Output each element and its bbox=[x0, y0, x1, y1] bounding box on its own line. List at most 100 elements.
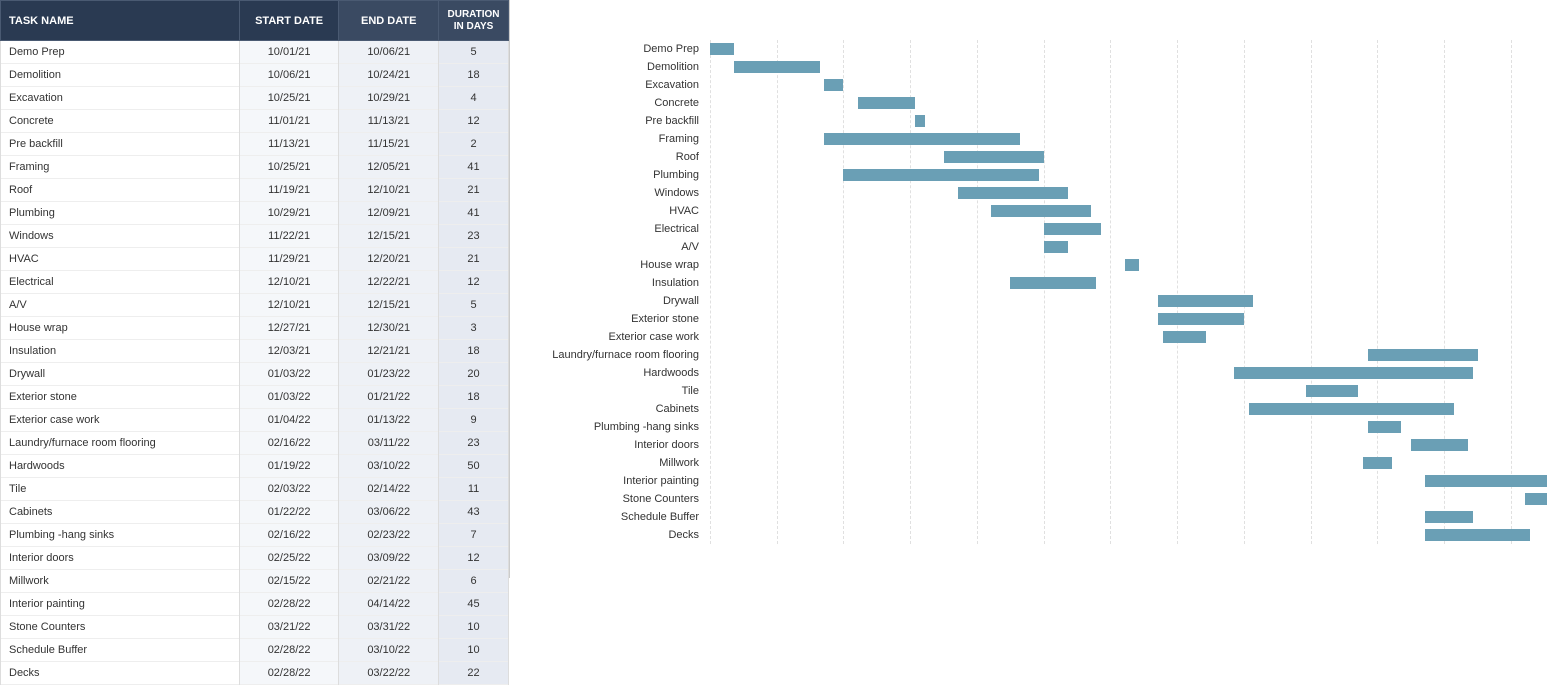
cell-start-date[interactable]: 02/16/22 bbox=[239, 524, 339, 547]
cell-task-name[interactable]: Insulation bbox=[1, 340, 240, 363]
cell-end-date[interactable]: 01/23/22 bbox=[339, 363, 439, 386]
col-header-task[interactable]: TASK NAME bbox=[1, 1, 240, 41]
cell-start-date[interactable]: 12/10/21 bbox=[239, 294, 339, 317]
table-row[interactable]: Demolition10/06/2110/24/2118 bbox=[1, 64, 509, 87]
cell-start-date[interactable]: 10/25/21 bbox=[239, 87, 339, 110]
cell-start-date[interactable]: 10/25/21 bbox=[239, 156, 339, 179]
cell-task-name[interactable]: Drywall bbox=[1, 363, 240, 386]
cell-start-date[interactable]: 02/28/22 bbox=[239, 662, 339, 685]
cell-start-date[interactable]: 11/29/21 bbox=[239, 248, 339, 271]
table-row[interactable]: Concrete11/01/2111/13/2112 bbox=[1, 110, 509, 133]
cell-task-name[interactable]: Framing bbox=[1, 156, 240, 179]
gantt-bar[interactable] bbox=[1249, 403, 1454, 415]
cell-start-date[interactable]: 02/03/22 bbox=[239, 478, 339, 501]
cell-task-name[interactable]: HVAC bbox=[1, 248, 240, 271]
cell-end-date[interactable]: 12/21/21 bbox=[339, 340, 439, 363]
gantt-bar[interactable] bbox=[1158, 295, 1253, 307]
cell-start-date[interactable]: 03/21/22 bbox=[239, 616, 339, 639]
cell-start-date[interactable]: 11/19/21 bbox=[239, 179, 339, 202]
gantt-bar[interactable] bbox=[1411, 439, 1468, 451]
cell-task-name[interactable]: Demo Prep bbox=[1, 41, 240, 64]
cell-duration[interactable]: 5 bbox=[439, 294, 509, 317]
cell-start-date[interactable]: 01/22/22 bbox=[239, 501, 339, 524]
cell-task-name[interactable]: House wrap bbox=[1, 317, 240, 340]
gantt-bar[interactable] bbox=[734, 61, 820, 73]
gantt-bar[interactable] bbox=[1163, 331, 1206, 343]
gantt-bar[interactable] bbox=[1368, 421, 1401, 433]
cell-end-date[interactable]: 12/09/21 bbox=[339, 202, 439, 225]
cell-end-date[interactable]: 03/09/22 bbox=[339, 547, 439, 570]
cell-duration[interactable]: 41 bbox=[439, 202, 509, 225]
cell-duration[interactable]: 23 bbox=[439, 432, 509, 455]
cell-task-name[interactable]: Concrete bbox=[1, 110, 240, 133]
gantt-bar[interactable] bbox=[1425, 529, 1530, 541]
cell-end-date[interactable]: 04/14/22 bbox=[339, 593, 439, 616]
cell-duration[interactable]: 3 bbox=[439, 317, 509, 340]
cell-duration[interactable]: 18 bbox=[439, 340, 509, 363]
table-row[interactable]: Plumbing -hang sinks02/16/2202/23/227 bbox=[1, 524, 509, 547]
cell-end-date[interactable]: 12/22/21 bbox=[339, 271, 439, 294]
cell-end-date[interactable]: 01/13/22 bbox=[339, 409, 439, 432]
table-row[interactable]: A/V12/10/2112/15/215 bbox=[1, 294, 509, 317]
cell-duration[interactable]: 12 bbox=[439, 547, 509, 570]
table-row[interactable]: Tile02/03/2202/14/2211 bbox=[1, 478, 509, 501]
cell-duration[interactable]: 10 bbox=[439, 616, 509, 639]
cell-end-date[interactable]: 03/10/22 bbox=[339, 455, 439, 478]
cell-duration[interactable]: 10 bbox=[439, 639, 509, 662]
cell-start-date[interactable]: 10/06/21 bbox=[239, 64, 339, 87]
gantt-bar[interactable] bbox=[1368, 349, 1478, 361]
cell-duration[interactable]: 9 bbox=[439, 409, 509, 432]
cell-end-date[interactable]: 11/15/21 bbox=[339, 133, 439, 156]
cell-end-date[interactable]: 01/21/22 bbox=[339, 386, 439, 409]
col-header-start[interactable]: START DATE bbox=[239, 1, 339, 41]
gantt-bar[interactable] bbox=[1425, 475, 1547, 487]
cell-duration[interactable]: 4 bbox=[439, 87, 509, 110]
cell-duration[interactable]: 23 bbox=[439, 225, 509, 248]
cell-task-name[interactable]: Hardwoods bbox=[1, 455, 240, 478]
table-row[interactable]: Stone Counters03/21/2203/31/2210 bbox=[1, 616, 509, 639]
cell-duration[interactable]: 22 bbox=[439, 662, 509, 685]
cell-start-date[interactable]: 10/01/21 bbox=[239, 41, 339, 64]
table-row[interactable]: Decks02/28/2203/22/2222 bbox=[1, 662, 509, 685]
table-row[interactable]: Electrical12/10/2112/22/2112 bbox=[1, 271, 509, 294]
cell-end-date[interactable]: 10/29/21 bbox=[339, 87, 439, 110]
cell-end-date[interactable]: 10/24/21 bbox=[339, 64, 439, 87]
cell-duration[interactable]: 43 bbox=[439, 501, 509, 524]
table-row[interactable]: HVAC11/29/2112/20/2121 bbox=[1, 248, 509, 271]
gantt-bar[interactable] bbox=[858, 97, 915, 109]
table-row[interactable]: Schedule Buffer02/28/2203/10/2210 bbox=[1, 639, 509, 662]
cell-end-date[interactable]: 03/06/22 bbox=[339, 501, 439, 524]
cell-end-date[interactable]: 02/21/22 bbox=[339, 570, 439, 593]
cell-task-name[interactable]: Roof bbox=[1, 179, 240, 202]
cell-end-date[interactable]: 10/06/21 bbox=[339, 41, 439, 64]
table-row[interactable]: Roof11/19/2112/10/2121 bbox=[1, 179, 509, 202]
cell-end-date[interactable]: 03/10/22 bbox=[339, 639, 439, 662]
cell-duration[interactable]: 6 bbox=[439, 570, 509, 593]
table-row[interactable]: Cabinets01/22/2203/06/2243 bbox=[1, 501, 509, 524]
cell-end-date[interactable]: 12/15/21 bbox=[339, 294, 439, 317]
gantt-bar[interactable] bbox=[824, 133, 1019, 145]
cell-end-date[interactable]: 12/15/21 bbox=[339, 225, 439, 248]
cell-task-name[interactable]: Cabinets bbox=[1, 501, 240, 524]
cell-task-name[interactable]: Plumbing -hang sinks bbox=[1, 524, 240, 547]
gantt-bar[interactable] bbox=[1044, 241, 1068, 253]
cell-duration[interactable]: 7 bbox=[439, 524, 509, 547]
cell-duration[interactable]: 45 bbox=[439, 593, 509, 616]
table-row[interactable]: Drywall01/03/2201/23/2220 bbox=[1, 363, 509, 386]
cell-task-name[interactable]: Pre backfill bbox=[1, 133, 240, 156]
table-row[interactable]: Demo Prep10/01/2110/06/215 bbox=[1, 41, 509, 64]
cell-task-name[interactable]: Laundry/furnace room flooring bbox=[1, 432, 240, 455]
cell-task-name[interactable]: Plumbing bbox=[1, 202, 240, 225]
cell-task-name[interactable]: Interior painting bbox=[1, 593, 240, 616]
cell-start-date[interactable]: 02/28/22 bbox=[239, 639, 339, 662]
cell-start-date[interactable]: 12/03/21 bbox=[239, 340, 339, 363]
cell-start-date[interactable]: 02/16/22 bbox=[239, 432, 339, 455]
cell-start-date[interactable]: 01/03/22 bbox=[239, 363, 339, 386]
cell-start-date[interactable]: 12/27/21 bbox=[239, 317, 339, 340]
cell-task-name[interactable]: Exterior stone bbox=[1, 386, 240, 409]
cell-start-date[interactable]: 12/10/21 bbox=[239, 271, 339, 294]
gantt-bar[interactable] bbox=[843, 169, 1038, 181]
gantt-bar[interactable] bbox=[1425, 511, 1473, 523]
cell-start-date[interactable]: 02/25/22 bbox=[239, 547, 339, 570]
gantt-bar[interactable] bbox=[710, 43, 734, 55]
